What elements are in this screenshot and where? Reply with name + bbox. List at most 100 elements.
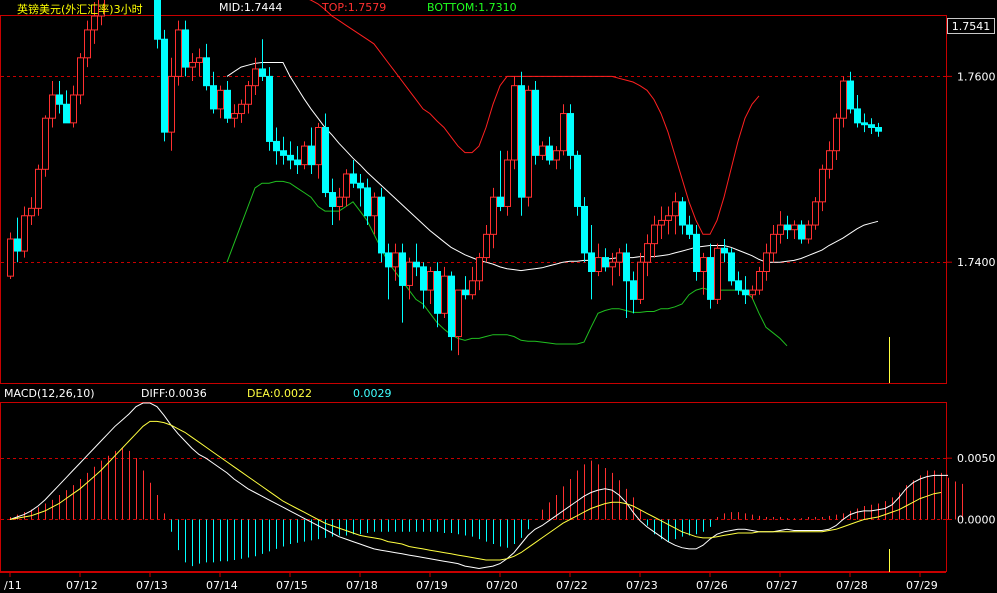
price-axis-label: 1.7400 [957, 256, 996, 269]
candle-body-down [868, 124, 875, 128]
date-axis-label: 07/29 [906, 579, 938, 592]
candle [441, 266, 448, 318]
top-value: TOP:1.7579 [322, 1, 387, 14]
candle-body-down [273, 140, 280, 152]
chart-frame: 1.7600 1.7400 0.0050 0.0000 /11 07/12 07/13 07… [0, 0, 996, 592]
candle [742, 276, 749, 305]
candle [336, 187, 343, 221]
candle [602, 248, 609, 272]
candle-body-up [392, 252, 399, 268]
macd-title: MACD(12,26,10) [4, 387, 95, 400]
candles [7, 0, 882, 356]
candle [343, 169, 350, 207]
macd-axis-label: 0.0000 [957, 513, 996, 526]
candle-body-up [805, 224, 812, 240]
candle [350, 160, 357, 188]
candle [784, 215, 791, 239]
candle-body-up [777, 224, 784, 235]
dea-line [9, 420, 942, 561]
candle [14, 217, 21, 263]
date-axis-label: 07/19 [416, 579, 448, 592]
candle-body-down [784, 224, 791, 231]
candle-body-up [791, 224, 798, 231]
candle-body-up [168, 75, 175, 133]
current-price-box: 1.7541 [947, 18, 995, 34]
candle [861, 113, 868, 133]
candle-body-down [574, 154, 581, 207]
candle [28, 197, 35, 226]
date-axis-label: /11 [4, 579, 22, 592]
candle [490, 187, 497, 249]
candle-body-down [56, 94, 63, 105]
candle-body-up [616, 252, 623, 263]
candle-body-down [707, 257, 714, 300]
candle-body-up [763, 252, 770, 273]
date-axis-label: 07/18 [346, 579, 378, 592]
candle [35, 164, 42, 216]
candle [672, 192, 679, 235]
candle-body-down [434, 271, 441, 314]
candle-body-up [315, 126, 322, 166]
candle [875, 122, 882, 137]
candle [854, 94, 861, 128]
date-axis-label: 07/28 [836, 579, 868, 592]
candle-body-down [588, 252, 595, 273]
bottom-value: BOTTOM:1.7310 [427, 1, 517, 14]
candle-body-down [287, 154, 294, 161]
candle-body-up [539, 145, 546, 156]
candle-body-up [343, 173, 350, 198]
candle-body-down [329, 192, 336, 207]
candle-body-up [840, 80, 847, 119]
candle-body-down [847, 80, 854, 110]
candle [868, 118, 875, 134]
candle [721, 238, 728, 263]
candle [301, 141, 308, 170]
date-axis-label: 07/23 [626, 579, 658, 592]
macd-axis-label: 0.0050 [957, 452, 996, 465]
candle-body-down [497, 196, 504, 207]
candle-body-up [196, 57, 203, 63]
candle-body-down [280, 150, 287, 156]
candle-body-up [42, 117, 49, 170]
candle-body-down [448, 275, 455, 338]
date-axis-label: 07/14 [206, 579, 238, 592]
candle [525, 85, 532, 207]
candle-body-up [714, 247, 721, 300]
candle [427, 266, 434, 305]
candle-body-up [189, 61, 196, 68]
candle-body-down [728, 252, 735, 282]
candle-body-down [259, 68, 266, 77]
candle [294, 146, 301, 174]
candle-body-down [378, 196, 385, 254]
candle [315, 122, 322, 179]
date-axis-label: 07/20 [486, 579, 518, 592]
candle [280, 136, 287, 165]
candle-body-up [756, 271, 763, 291]
macd-grid [1, 458, 946, 520]
candle-body-down [798, 224, 805, 240]
candle-body-up [665, 215, 672, 221]
date-axis-label: 07/26 [696, 579, 728, 592]
candle [637, 252, 644, 305]
candle-body-up [84, 29, 91, 59]
candle-body-down [861, 122, 868, 126]
candle [77, 53, 84, 105]
candle [224, 81, 231, 123]
candle-body-down [602, 257, 609, 268]
candle-body-up [504, 159, 511, 207]
candle [231, 104, 238, 128]
candle [70, 85, 77, 128]
candle [273, 127, 280, 165]
candle [511, 76, 518, 170]
candle [497, 150, 504, 212]
candle-body-down [721, 247, 728, 254]
candle [714, 243, 721, 305]
candle [770, 225, 777, 263]
macd-dea-value: DEA:0.0022 [247, 387, 312, 400]
candle-body-up [819, 168, 826, 203]
candle [665, 206, 672, 235]
candle-body-up [7, 238, 14, 277]
mid-value: MID:1.7444 [219, 1, 283, 14]
candle [84, 20, 91, 68]
candle [756, 266, 763, 295]
